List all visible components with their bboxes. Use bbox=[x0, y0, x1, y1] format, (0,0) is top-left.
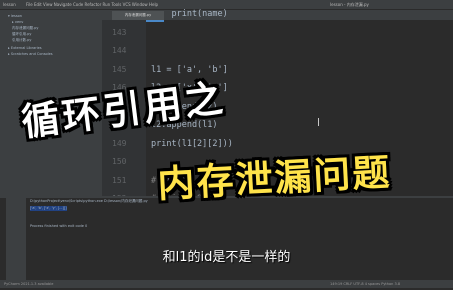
status-left: PyCharm 2021.1.3 available bbox=[4, 282, 54, 286]
tree-item[interactable]: ▸ venv bbox=[12, 20, 23, 25]
tree-item[interactable]: ▸ Scratches and Consoles bbox=[8, 52, 53, 57]
window-title: lesson - 内存泄漏.py bbox=[330, 2, 369, 7]
status-right: 149:19 CRLF UTF-8 4 spaces Python 3.8 bbox=[330, 282, 401, 286]
run-output-line: Process finished with exit code 0 bbox=[30, 224, 88, 228]
code-line[interactable]: print(name) bbox=[151, 9, 227, 19]
app-label: lesson bbox=[3, 2, 16, 7]
subtitle: 和l1的id是不是一样的 bbox=[162, 250, 291, 265]
run-toolbar[interactable] bbox=[6, 198, 26, 288]
tree-item[interactable]: 引用计数.py bbox=[12, 38, 31, 43]
line-number: 151 bbox=[112, 175, 127, 185]
tree-item[interactable]: 循环引用.py bbox=[12, 32, 31, 37]
tree-item[interactable]: 内存泄漏问题.py bbox=[12, 26, 38, 31]
line-number: 144 bbox=[112, 46, 127, 55]
run-panel bbox=[0, 196, 453, 290]
line-number: 143 bbox=[112, 27, 127, 37]
line-number: 145 bbox=[112, 64, 127, 74]
status-bar: PyCharm 2021.1.3 available 149:19 CRLF U… bbox=[0, 280, 453, 288]
text-cursor bbox=[318, 118, 319, 126]
tree-item[interactable]: ▾ lesson bbox=[8, 14, 22, 19]
menu-bar[interactable]: File Edit View Navigate Code Refactor Ru… bbox=[26, 0, 158, 9]
run-output-line: ['a', 'b', ['x', 'y', [...]]] bbox=[30, 206, 67, 211]
line-number: 149 bbox=[112, 138, 127, 148]
run-output-line: D:\pythonProject\venv\Scripts\python.exe… bbox=[30, 199, 148, 203]
line-number: 150 bbox=[112, 157, 127, 166]
code-line[interactable]: print(l1[2][2])) bbox=[151, 139, 233, 149]
tree-item[interactable]: ▸ External Libraries bbox=[8, 46, 42, 51]
